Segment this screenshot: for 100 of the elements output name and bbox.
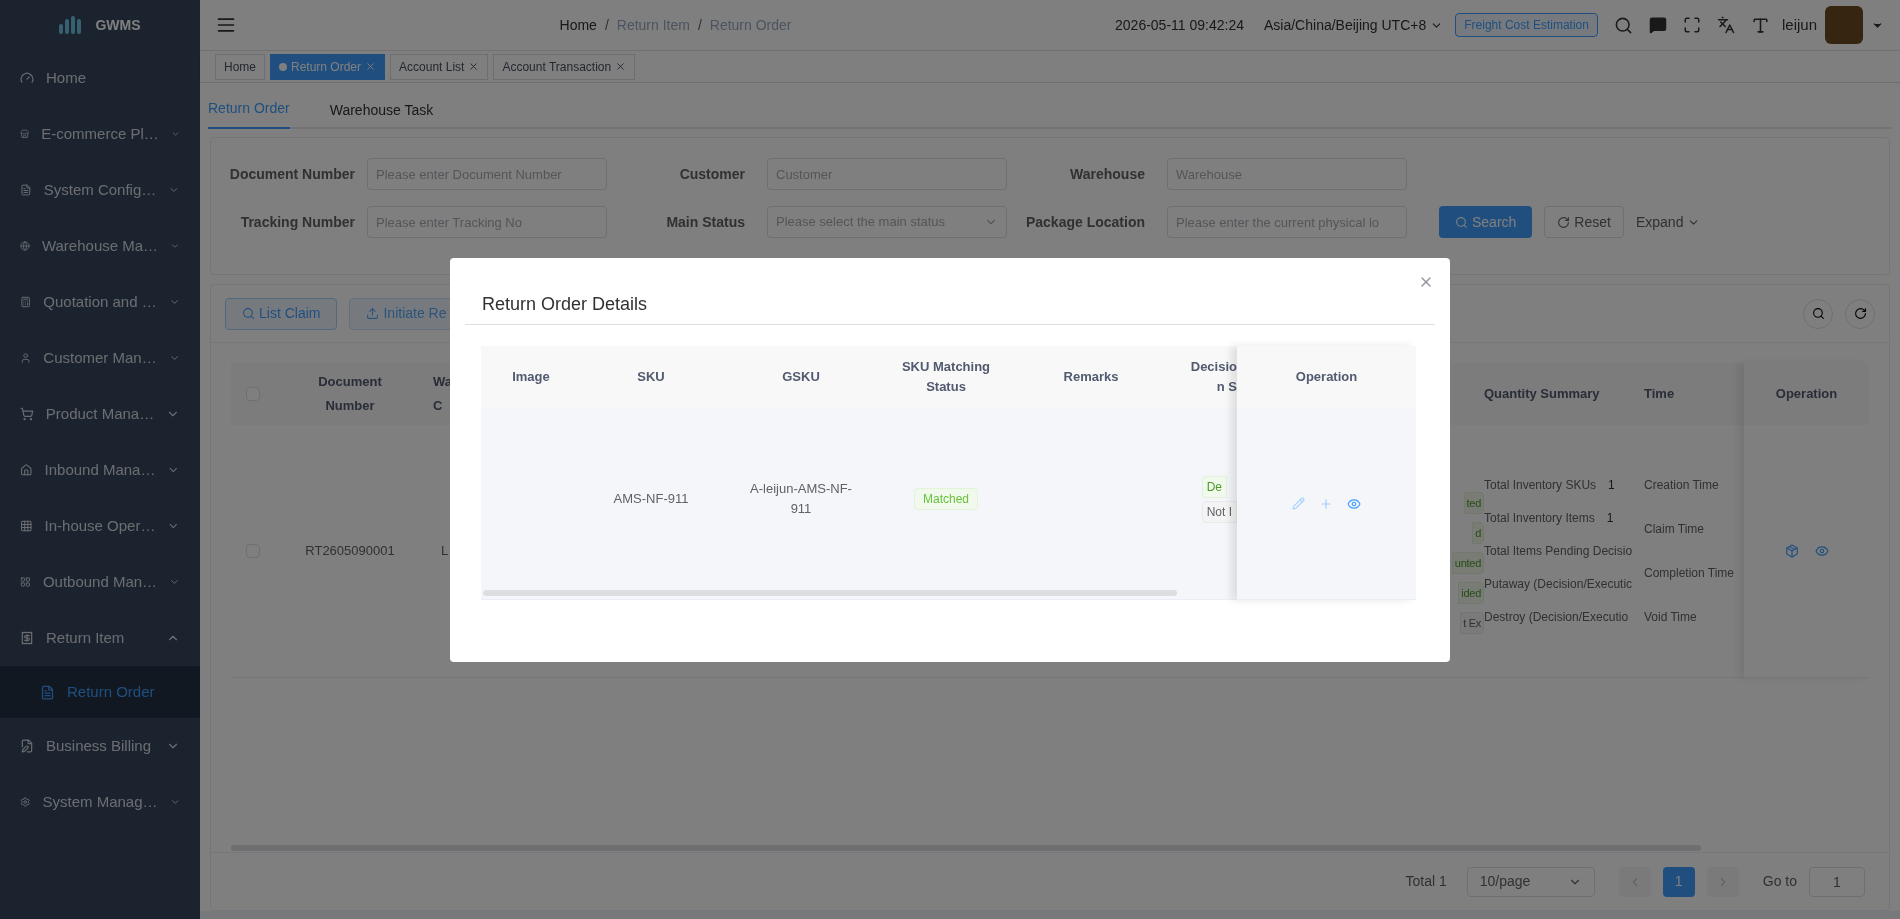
search-icon <box>1811 307 1825 320</box>
grid-icon <box>20 519 33 533</box>
tiles-icon <box>20 575 31 589</box>
sidebar-item[interactable]: Business Billing <box>0 718 200 774</box>
filter-label: Main Status <box>665 212 746 232</box>
logo-icon <box>59 16 84 34</box>
quantity-label: Total Items Pending Decisio <box>1484 543 1633 560</box>
sidebar-item[interactable]: Warehouse Ma… <box>0 218 200 274</box>
refresh-icon <box>1557 215 1571 229</box>
list-claim-button[interactable]: List Claim <box>225 297 338 330</box>
status-tag: ted <box>1463 492 1484 514</box>
sidebar-item[interactable]: Customer Man… <box>0 330 200 386</box>
quantity-label: Destroy (Decision/Executio <box>1484 609 1629 626</box>
add-icon[interactable] <box>1319 496 1333 511</box>
sidebar-item[interactable]: In-house Oper… <box>0 498 200 554</box>
time-label: Void Time <box>1644 609 1698 626</box>
search-icon[interactable] <box>1613 15 1633 35</box>
sidebar-item[interactable]: System Config… <box>0 162 200 218</box>
goto-input[interactable]: 1 <box>1809 866 1865 897</box>
open-tab[interactable]: Return Order <box>270 53 386 80</box>
sidebar-item[interactable]: Home <box>0 50 200 106</box>
page-button[interactable]: 1 <box>1662 866 1695 897</box>
cart-icon <box>20 407 34 421</box>
sidebar-item[interactable]: Return Item <box>0 610 200 666</box>
logo-text: GWMS <box>95 15 141 35</box>
settings-icon <box>20 795 31 809</box>
calculator-icon <box>20 295 32 309</box>
box-icon[interactable] <box>1784 544 1799 558</box>
column-header: Image <box>511 368 551 386</box>
message-icon[interactable] <box>1648 16 1667 34</box>
translate-icon[interactable] <box>1716 16 1735 34</box>
user-icon <box>20 351 32 365</box>
gauge-icon <box>20 71 34 85</box>
quantity-label: Total Inventory Items <box>1484 510 1595 527</box>
store-icon <box>20 127 30 141</box>
filter-label: Tracking Number <box>239 212 356 232</box>
close-icon[interactable] <box>468 61 480 72</box>
modal-title: Return Order Details <box>465 258 1435 325</box>
page-tab[interactable]: Return Order <box>208 98 290 129</box>
filter-label: Package Location <box>1024 212 1146 232</box>
document-icon <box>20 183 32 197</box>
open-tab[interactable]: Account Transaction <box>493 53 636 80</box>
breadcrumb-separator: / <box>697 15 702 35</box>
decision-tag: De <box>1201 475 1227 498</box>
status-tag: t Ex <box>1460 612 1484 634</box>
edit-icon[interactable] <box>1292 497 1305 510</box>
refresh-icon <box>1853 307 1867 320</box>
freight-estimate-button[interactable]: Freight Cost Estimation <box>1455 13 1598 37</box>
quantity-label: Total Inventory SKUs <box>1484 477 1597 494</box>
close-icon[interactable] <box>615 61 627 72</box>
timezone-select[interactable]: Asia/China/Beijing UTC+8 <box>1264 14 1444 36</box>
sidebar-item[interactable]: Inbound Mana… <box>0 442 200 498</box>
document-icon <box>40 684 55 700</box>
column-header: Operation <box>1744 363 1869 425</box>
time-label: Creation Time <box>1644 477 1720 494</box>
status-tag: ided <box>1458 582 1484 604</box>
decision-tag: Not I <box>1201 500 1237 523</box>
house-icon <box>20 463 33 477</box>
filter-label: Customer <box>678 164 746 184</box>
avatar[interactable] <box>1825 6 1863 44</box>
menu-icon[interactable] <box>216 15 236 35</box>
open-tab[interactable]: Home <box>215 53 265 80</box>
goto-label: Go to <box>1762 872 1797 891</box>
sidebar-subitem[interactable]: Return Order <box>0 666 200 718</box>
gsku-cell-text: A-leijun-AMS-NF-911 <box>749 480 853 518</box>
open-tab[interactable]: Account List <box>390 53 489 80</box>
search-icon <box>242 307 255 320</box>
table-cell: RT2605090001 <box>275 425 425 678</box>
sku-cell-text: AMS-NF-911 <box>613 490 689 509</box>
sidebar-item[interactable]: E-commerce Pl… <box>0 106 200 162</box>
receipt-icon <box>20 631 34 645</box>
reset-button[interactable]: Reset <box>1544 206 1624 238</box>
page-size-select[interactable]: 10/page <box>1466 866 1595 897</box>
sidebar-item[interactable]: System Manag… <box>0 774 200 830</box>
fullscreen-icon[interactable] <box>1682 16 1701 34</box>
column-header: SKU <box>636 368 666 386</box>
page-tab[interactable]: Warehouse Task <box>329 100 434 129</box>
search-button[interactable]: Search <box>1439 206 1533 238</box>
filter-label: Warehouse <box>1069 164 1146 184</box>
column-header: Operation <box>1237 346 1416 408</box>
view-icon[interactable] <box>1814 544 1829 558</box>
column-header: GSKU <box>781 368 821 386</box>
time-label: Completion Time <box>1644 565 1736 582</box>
sidebar-item[interactable]: Quotation and … <box>0 274 200 330</box>
total-count: Total 1 <box>1405 872 1447 891</box>
expand-button[interactable]: Expand <box>1635 211 1701 233</box>
sidebar-item[interactable]: Outbound Man… <box>0 554 200 610</box>
close-icon[interactable] <box>365 61 377 72</box>
view-icon[interactable] <box>1347 496 1361 511</box>
quantity-value: 1 <box>1606 510 1614 527</box>
time-label: Claim Time <box>1644 521 1705 538</box>
breadcrumb-item[interactable]: Home <box>559 14 597 36</box>
datetime: 2026-05-11 09:42:24 <box>1115 15 1244 35</box>
filter-label: Document Number <box>228 164 356 184</box>
quantity-label: Putaway (Decision/Executic <box>1484 576 1633 593</box>
scrollbar[interactable] <box>483 590 1177 596</box>
sidebar-item[interactable]: Product Mana… <box>0 386 200 442</box>
upload-icon <box>366 307 380 320</box>
font-size-icon[interactable] <box>1750 15 1770 35</box>
column-header: Remarks <box>1062 368 1120 386</box>
